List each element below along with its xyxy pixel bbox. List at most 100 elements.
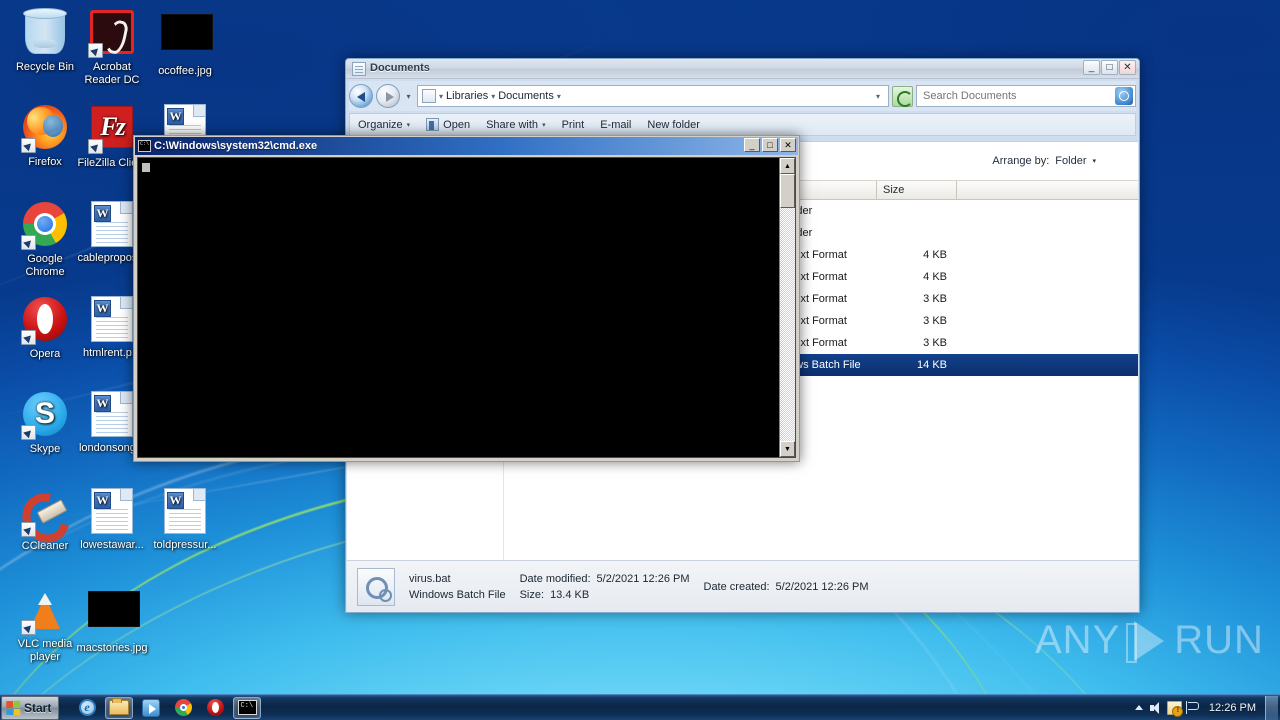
forward-button[interactable] (376, 84, 400, 108)
taskbar-button-internet-explorer[interactable] (73, 697, 101, 719)
search-box[interactable] (916, 85, 1136, 107)
filezilla-icon (88, 106, 136, 154)
anyrun-watermark: ANY RUN (1035, 618, 1264, 663)
column-header-size[interactable]: Size (877, 181, 957, 199)
status-date-created-label: Date created: (703, 580, 770, 593)
desktop-icon-label: VLC media player (17, 638, 73, 663)
scroll-up-button[interactable]: ▲ (780, 158, 795, 174)
show-desktop-button[interactable] (1265, 695, 1278, 720)
photo-icon (161, 14, 213, 62)
cmd-console-output[interactable] (138, 158, 779, 457)
scroll-down-button[interactable]: ▼ (780, 441, 795, 457)
status-file-info: virus.bat Windows Batch File (409, 573, 506, 601)
taskbar-button-opera[interactable] (201, 697, 229, 719)
email-button[interactable]: E-mail (592, 114, 639, 135)
cmd-close-button[interactable]: ✕ (780, 138, 796, 152)
cmd-window-icon (138, 140, 151, 152)
cell-size: 3 KB (923, 337, 947, 349)
desktop-icon-label: Google Chrome (25, 253, 65, 278)
status-file-type: Windows Batch File (409, 588, 506, 601)
desktop-icon-opera[interactable]: Opera (8, 295, 82, 361)
search-input[interactable] (923, 90, 1115, 102)
status-date-created-value: 5/2/2021 12:26 PM (775, 580, 869, 593)
chevron-down-icon[interactable]: ▾ (1092, 157, 1096, 165)
cell-size: 4 KB (923, 271, 947, 283)
breadcrumb-libraries[interactable]: Libraries (446, 90, 488, 102)
desktop-icon-macstories-jpg[interactable]: macstories.jpg (75, 585, 149, 655)
breadcrumb-caret-icon[interactable]: ▾ (491, 92, 495, 101)
desktop-icon-firefox[interactable]: Firefox (8, 103, 82, 169)
print-button[interactable]: Print (554, 114, 593, 135)
desktop-icon-ccleaner[interactable]: CCleaner (8, 487, 82, 553)
share-with-button[interactable]: Share with ▾ (478, 114, 554, 135)
scrollbar-thumb[interactable] (780, 174, 795, 208)
desktop-icon-label: Opera (29, 348, 61, 360)
cell-size: 3 KB (923, 315, 947, 327)
address-dropdown-button[interactable]: ▾ (872, 92, 884, 101)
explorer-navigation-bar: ▾ ▾ Libraries ▾ Documents ▾ ▾ (349, 81, 1136, 111)
chevron-down-icon: ▾ (542, 121, 546, 129)
recent-pages-dropdown[interactable]: ▾ (403, 92, 414, 101)
search-icon[interactable] (1115, 87, 1133, 105)
address-bar[interactable]: ▾ Libraries ▾ Documents ▾ ▾ (417, 85, 889, 107)
back-button[interactable] (349, 84, 373, 108)
speaker-icon[interactable] (1148, 699, 1166, 717)
new-folder-button[interactable]: New folder (639, 114, 708, 135)
cmd-title-bar[interactable]: C:\Windows\system32\cmd.exe _ □ ✕ (135, 137, 798, 155)
explorer-close-button[interactable]: ✕ (1119, 60, 1136, 75)
desktop-icon-toldpressur[interactable]: Wtoldpressur... (148, 487, 222, 552)
taskbar-button-windows-explorer[interactable] (105, 696, 133, 719)
status-size-label: Size: (519, 588, 545, 601)
opera-icon (206, 699, 224, 716)
scrollbar-track[interactable] (780, 174, 795, 441)
command-prompt-window[interactable]: C:\Windows\system32\cmd.exe _ □ ✕ ▲ ▼ (133, 135, 800, 462)
taskbar-button-windows-media-player[interactable] (137, 697, 165, 719)
status-date-modified-label: Date modified: (519, 572, 591, 585)
explorer-window-icon (352, 62, 366, 76)
chevron-up-icon[interactable] (1130, 699, 1148, 717)
skype-icon (21, 392, 69, 440)
desktop-icon-label: lowestawar... (80, 539, 144, 551)
desktop-icon-acrobat-reader-dc[interactable]: Acrobat Reader DC (75, 8, 149, 86)
action-center-warning-icon[interactable] (1166, 699, 1184, 717)
shortcut-overlay-icon (21, 235, 36, 250)
chrome-icon (21, 202, 69, 250)
start-label: Start (24, 700, 52, 715)
breadcrumb-caret-icon[interactable]: ▾ (439, 92, 443, 101)
explorer-minimize-button[interactable]: _ (1083, 60, 1100, 75)
cmd-vertical-scrollbar[interactable]: ▲ ▼ (779, 158, 795, 457)
taskbar-button-google-chrome[interactable] (169, 697, 197, 719)
refresh-button[interactable] (892, 85, 913, 107)
desktop-icon-skype[interactable]: Skype (8, 390, 82, 456)
desktop-icon-ocoffee-jpg[interactable]: ocoffee.jpg (148, 8, 222, 78)
desktop-icon-recycle-bin[interactable]: Recycle Bin (8, 8, 82, 74)
arrange-by-value[interactable]: Folder (1055, 155, 1086, 167)
organize-button[interactable]: Organize ▾ (350, 114, 418, 135)
explorer-window-controls: _ □ ✕ (1083, 60, 1136, 75)
taskbar-buttons (69, 696, 261, 719)
breadcrumb-documents[interactable]: Documents (498, 90, 554, 102)
desktop-icon-google-chrome[interactable]: Google Chrome (8, 200, 82, 278)
desktop-icon-vlc-media-player[interactable]: VLC media player (8, 585, 82, 663)
word-icon: W (88, 488, 136, 536)
word-icon: W (88, 201, 136, 249)
details-status-bar: virus.bat Windows Batch File Date modifi… (347, 560, 1138, 612)
cmd-client-area[interactable]: ▲ ▼ (137, 157, 796, 458)
column-header-extra[interactable] (957, 181, 1138, 199)
start-button[interactable]: Start (1, 695, 59, 720)
windows-media-player-icon (142, 698, 160, 717)
desktop-icon-lowestawar[interactable]: Wlowestawar... (75, 487, 149, 552)
arrange-by-label: Arrange by: (992, 155, 1050, 167)
taskbar-clock[interactable]: 12:26 PM (1202, 702, 1263, 714)
taskbar-button-command-prompt[interactable] (233, 696, 261, 719)
network-flag-icon[interactable] (1184, 699, 1202, 717)
explorer-title-bar[interactable]: Documents _ □ ✕ (346, 59, 1139, 79)
breadcrumb-caret-icon[interactable]: ▾ (557, 92, 561, 101)
organize-label: Organize (358, 118, 403, 131)
explorer-maximize-button[interactable]: □ (1101, 60, 1118, 75)
cmd-minimize-button[interactable]: _ (744, 138, 760, 152)
vlc-icon (21, 587, 69, 635)
status-date-modified-value: 5/2/2021 12:26 PM (596, 572, 690, 585)
cmd-maximize-button[interactable]: □ (762, 138, 778, 152)
open-button[interactable]: Open (418, 114, 478, 135)
